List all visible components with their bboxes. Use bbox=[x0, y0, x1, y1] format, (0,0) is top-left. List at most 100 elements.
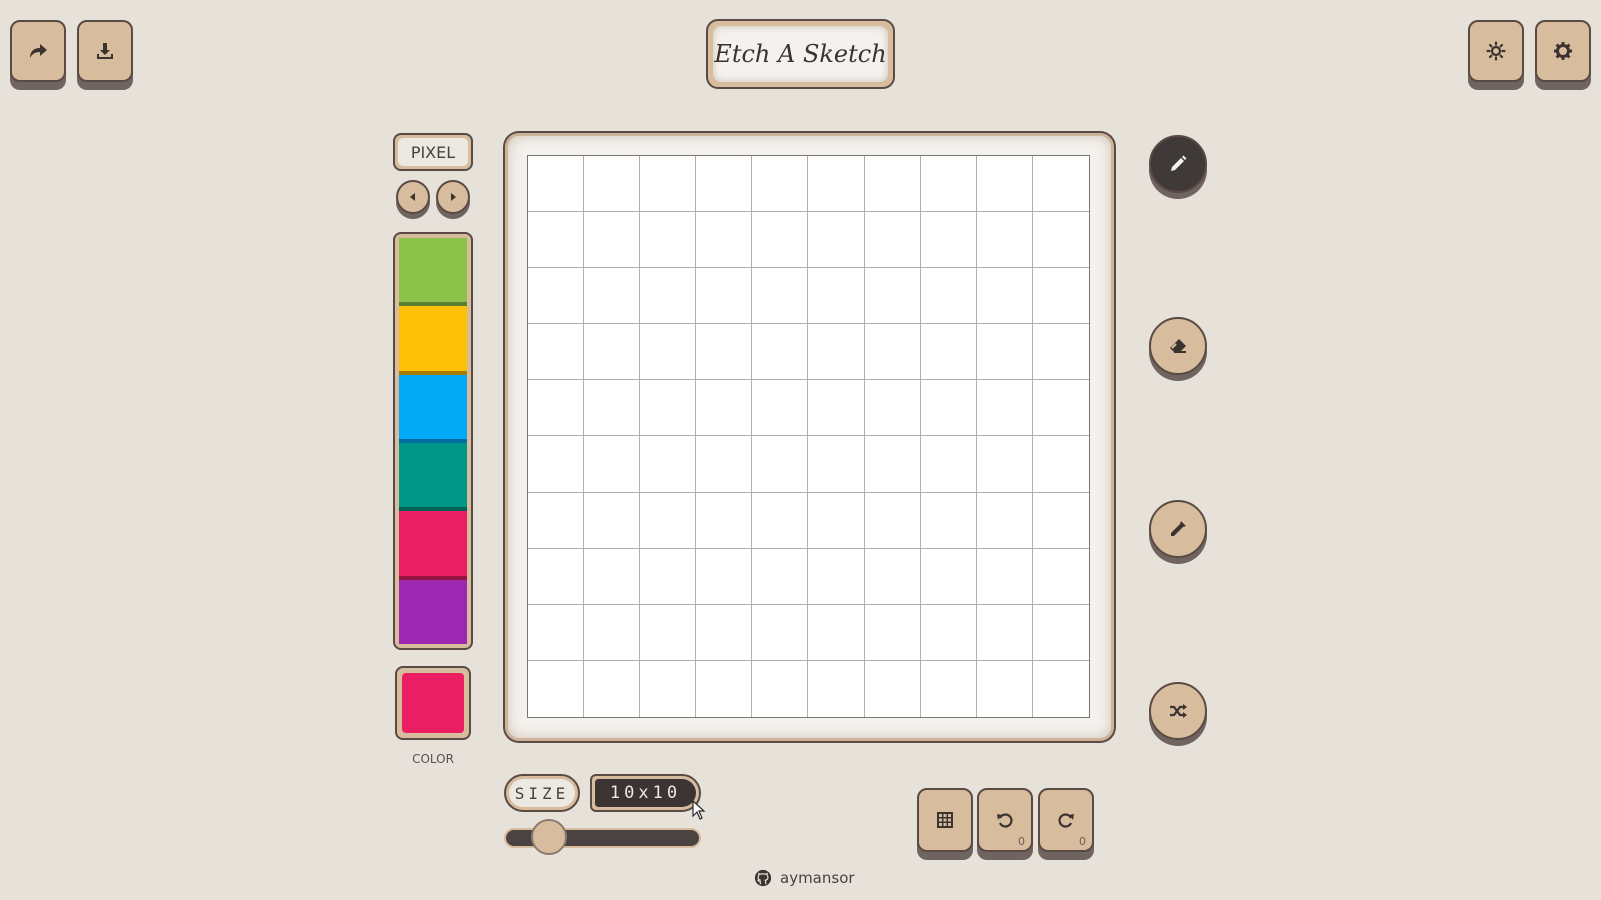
grid-cell[interactable] bbox=[864, 212, 921, 269]
color-swatch[interactable] bbox=[399, 238, 467, 307]
grid-cell[interactable] bbox=[920, 268, 977, 325]
color-swatch[interactable] bbox=[399, 374, 467, 443]
pixel-grid[interactable] bbox=[527, 155, 1090, 718]
grid-cell[interactable] bbox=[976, 268, 1033, 325]
grid-cell[interactable] bbox=[584, 268, 641, 325]
grid-cell[interactable] bbox=[752, 548, 809, 605]
grid-cell[interactable] bbox=[584, 156, 641, 213]
grid-cell[interactable] bbox=[1032, 436, 1089, 493]
grid-cell[interactable] bbox=[808, 268, 865, 325]
grid-cell[interactable] bbox=[920, 604, 977, 661]
grid-cell[interactable] bbox=[808, 380, 865, 437]
color-swatch[interactable] bbox=[399, 442, 467, 512]
grid-cell[interactable] bbox=[528, 268, 585, 325]
palette-prev-button[interactable] bbox=[396, 180, 430, 214]
grid-cell[interactable] bbox=[864, 492, 921, 549]
grid-cell[interactable] bbox=[808, 660, 865, 717]
grid-cell[interactable] bbox=[920, 436, 977, 493]
grid-cell[interactable] bbox=[865, 660, 921, 717]
grid-cell[interactable] bbox=[1032, 493, 1089, 549]
grid-cell[interactable] bbox=[808, 212, 865, 269]
size-slider-thumb[interactable] bbox=[530, 819, 567, 855]
settings-button[interactable] bbox=[1535, 20, 1591, 82]
grid-cell[interactable] bbox=[696, 212, 753, 269]
color-swatch[interactable] bbox=[399, 511, 467, 580]
palette-next-button[interactable] bbox=[436, 180, 470, 214]
eyedropper-tool[interactable] bbox=[1149, 500, 1207, 558]
theme-button[interactable] bbox=[1468, 20, 1524, 82]
grid-cell[interactable] bbox=[640, 548, 697, 605]
color-swatch[interactable] bbox=[399, 579, 467, 644]
color-swatch[interactable] bbox=[399, 306, 467, 375]
grid-cell[interactable] bbox=[864, 156, 921, 213]
grid-cell[interactable] bbox=[752, 660, 809, 717]
grid-cell[interactable] bbox=[976, 492, 1033, 549]
pen-tool[interactable] bbox=[1149, 135, 1207, 193]
grid-cell[interactable] bbox=[640, 380, 697, 437]
grid-cell[interactable] bbox=[864, 268, 921, 325]
grid-cell[interactable] bbox=[640, 268, 697, 325]
grid-cell[interactable] bbox=[696, 604, 753, 661]
grid-cell[interactable] bbox=[752, 156, 809, 213]
grid-cell[interactable] bbox=[752, 604, 809, 661]
grid-cell[interactable] bbox=[696, 324, 753, 381]
grid-cell[interactable] bbox=[921, 660, 977, 717]
grid-cell[interactable] bbox=[528, 604, 585, 661]
grid-cell[interactable] bbox=[584, 548, 641, 605]
redo-button[interactable]: 0 bbox=[1038, 788, 1094, 852]
grid-cell[interactable] bbox=[976, 436, 1033, 493]
grid-cell[interactable] bbox=[752, 212, 809, 269]
grid-cell[interactable] bbox=[1032, 605, 1089, 661]
grid-cell[interactable] bbox=[752, 268, 809, 325]
grid-cell[interactable] bbox=[808, 324, 865, 381]
grid-cell[interactable] bbox=[864, 436, 921, 493]
grid-cell[interactable] bbox=[640, 436, 697, 493]
grid-cell[interactable] bbox=[640, 156, 697, 213]
undo-button[interactable]: 0 bbox=[977, 788, 1033, 852]
grid-cell[interactable] bbox=[976, 380, 1033, 437]
grid-cell[interactable] bbox=[640, 492, 697, 549]
grid-cell[interactable] bbox=[584, 660, 641, 717]
grid-cell[interactable] bbox=[1032, 380, 1089, 437]
grid-cell[interactable] bbox=[640, 660, 697, 717]
grid-cell[interactable] bbox=[1032, 212, 1089, 269]
grid-cell[interactable] bbox=[864, 548, 921, 605]
current-color-box[interactable] bbox=[395, 666, 471, 740]
grid-cell[interactable] bbox=[584, 212, 641, 269]
grid-cell[interactable] bbox=[528, 156, 585, 213]
grid-cell[interactable] bbox=[976, 156, 1033, 213]
grid-cell[interactable] bbox=[920, 212, 977, 269]
share-button[interactable] bbox=[10, 20, 66, 82]
download-button[interactable] bbox=[77, 20, 133, 82]
grid-cell[interactable] bbox=[976, 212, 1033, 269]
grid-cell[interactable] bbox=[864, 380, 921, 437]
grid-cell[interactable] bbox=[920, 156, 977, 213]
grid-cell[interactable] bbox=[584, 324, 641, 381]
grid-cell[interactable] bbox=[808, 548, 865, 605]
grid-cell[interactable] bbox=[696, 436, 753, 493]
grid-cell[interactable] bbox=[808, 436, 865, 493]
grid-cell[interactable] bbox=[696, 660, 753, 717]
grid-cell[interactable] bbox=[1032, 549, 1089, 605]
grid-cell[interactable] bbox=[640, 212, 697, 269]
grid-cell[interactable] bbox=[640, 324, 697, 381]
grid-toggle-button[interactable] bbox=[917, 788, 973, 852]
grid-cell[interactable] bbox=[976, 604, 1033, 661]
grid-cell[interactable] bbox=[808, 604, 865, 661]
grid-cell[interactable] bbox=[752, 380, 809, 437]
grid-cell[interactable] bbox=[528, 380, 585, 437]
grid-cell[interactable] bbox=[528, 492, 585, 549]
grid-cell[interactable] bbox=[584, 492, 641, 549]
grid-cell[interactable] bbox=[528, 548, 585, 605]
grid-cell[interactable] bbox=[528, 660, 585, 717]
grid-cell[interactable] bbox=[920, 380, 977, 437]
grid-cell[interactable] bbox=[920, 548, 977, 605]
grid-cell[interactable] bbox=[528, 324, 585, 381]
grid-cell[interactable] bbox=[808, 156, 865, 213]
grid-cell[interactable] bbox=[584, 380, 641, 437]
grid-cell[interactable] bbox=[752, 324, 809, 381]
grid-cell[interactable] bbox=[584, 436, 641, 493]
grid-cell[interactable] bbox=[976, 324, 1033, 381]
grid-cell[interactable] bbox=[528, 212, 585, 269]
random-tool[interactable] bbox=[1149, 682, 1207, 740]
